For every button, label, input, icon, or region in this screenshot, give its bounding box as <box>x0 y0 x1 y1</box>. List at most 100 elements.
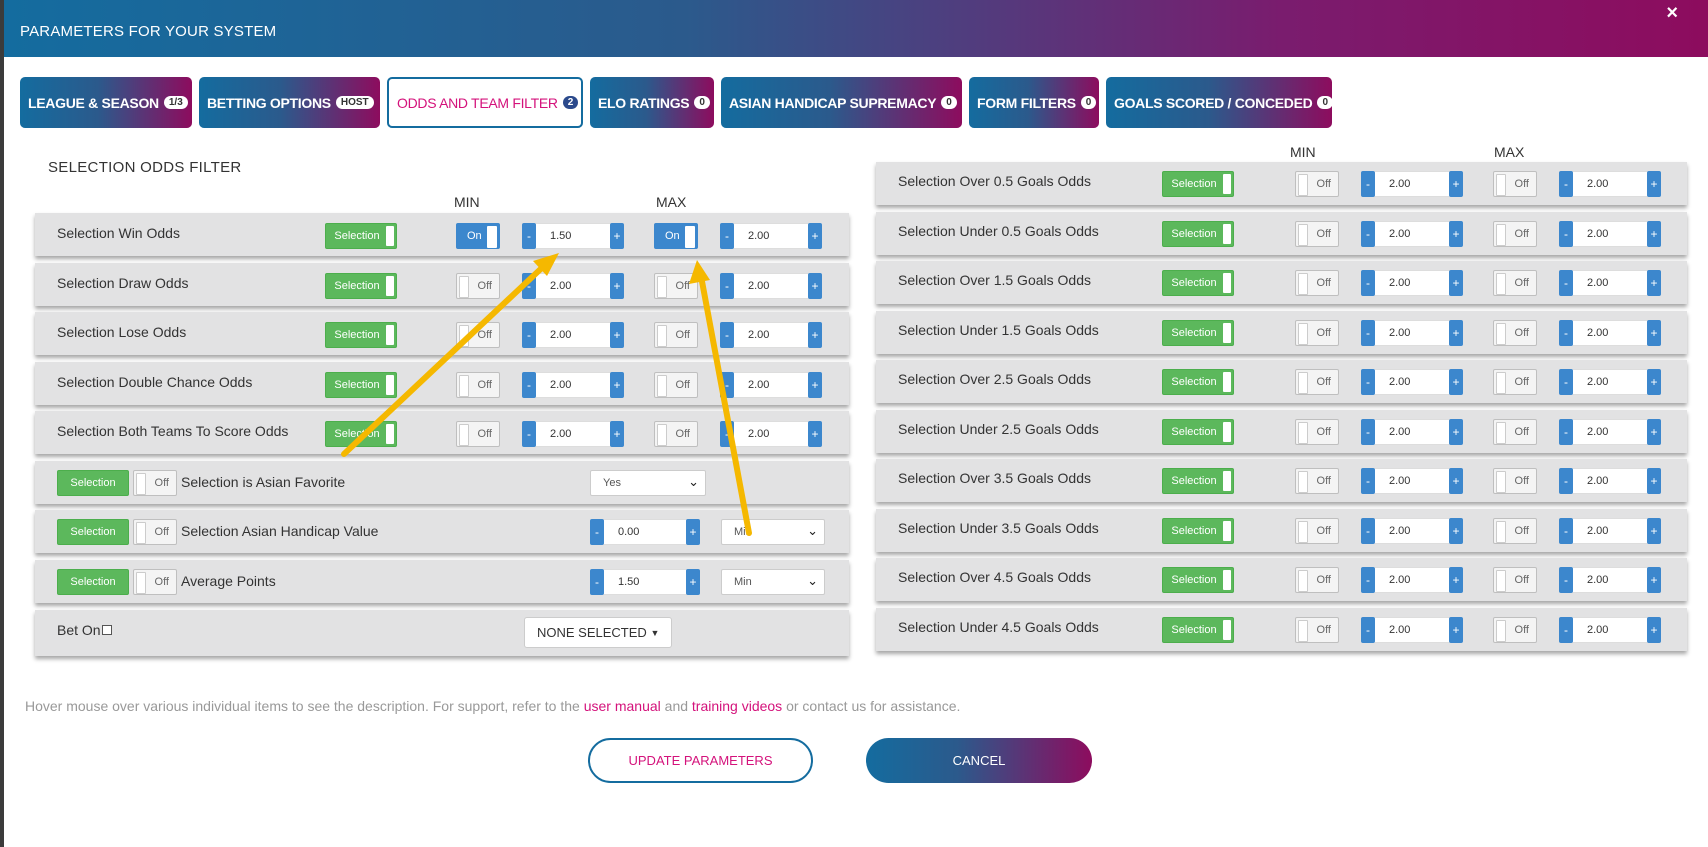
plus-button[interactable]: + <box>1449 221 1463 247</box>
plus-button[interactable]: + <box>686 519 700 545</box>
min-value-input[interactable] <box>1375 369 1449 395</box>
minus-button[interactable]: - <box>522 372 536 398</box>
min-toggle[interactable]: Off <box>456 322 500 348</box>
plus-button[interactable]: + <box>1449 369 1463 395</box>
min-toggle[interactable]: Off <box>1295 171 1339 197</box>
min-value-input[interactable] <box>536 421 610 447</box>
tab-elo-ratings[interactable]: ELO RATINGS 0 <box>590 77 714 128</box>
plus-button[interactable]: + <box>808 273 822 299</box>
minus-button[interactable]: - <box>1559 369 1573 395</box>
minus-button[interactable]: - <box>1361 419 1375 445</box>
selection-button[interactable]: Selection <box>325 372 397 398</box>
min-value-input[interactable] <box>1375 617 1449 643</box>
bet-on-checkbox[interactable] <box>101 625 112 635</box>
min-toggle[interactable]: Off <box>456 421 500 447</box>
plus-button[interactable]: + <box>1449 320 1463 346</box>
average-points-select[interactable]: Min ⌄ <box>721 569 825 595</box>
cancel-button[interactable]: CANCEL <box>866 738 1092 783</box>
minus-button[interactable]: - <box>522 273 536 299</box>
selection-button[interactable]: Selection <box>57 519 129 545</box>
max-toggle[interactable]: Off <box>1493 617 1537 643</box>
min-value-input[interactable] <box>1375 468 1449 494</box>
selection-toggle[interactable]: Off <box>133 519 177 545</box>
max-value-input[interactable] <box>1573 468 1647 494</box>
selection-button[interactable]: Selection <box>1162 320 1234 346</box>
selection-button[interactable]: Selection <box>1162 419 1234 445</box>
min-value-input[interactable] <box>1375 221 1449 247</box>
plus-button[interactable]: + <box>1647 221 1661 247</box>
min-value-input[interactable] <box>1375 171 1449 197</box>
plus-button[interactable]: + <box>1449 270 1463 296</box>
average-points-input[interactable] <box>604 569 686 595</box>
minus-button[interactable]: - <box>1361 617 1375 643</box>
close-icon[interactable]: × <box>1666 2 1678 25</box>
max-toggle[interactable]: Off <box>1493 320 1537 346</box>
minus-button[interactable]: - <box>1361 567 1375 593</box>
selection-button[interactable]: Selection <box>1162 518 1234 544</box>
minus-button[interactable]: - <box>1361 518 1375 544</box>
min-value-input[interactable] <box>536 322 610 348</box>
selection-button[interactable]: Selection <box>325 273 397 299</box>
plus-button[interactable]: + <box>1647 419 1661 445</box>
selection-button[interactable]: Selection <box>1162 171 1234 197</box>
min-value-input[interactable] <box>536 372 610 398</box>
min-value-input[interactable] <box>1375 518 1449 544</box>
min-toggle[interactable]: Off <box>1295 419 1339 445</box>
plus-button[interactable]: + <box>1449 171 1463 197</box>
max-toggle[interactable]: Off <box>654 421 698 447</box>
plus-button[interactable]: + <box>1647 171 1661 197</box>
min-toggle[interactable]: Off <box>456 372 500 398</box>
minus-button[interactable]: - <box>590 519 604 545</box>
min-toggle[interactable]: Off <box>1295 320 1339 346</box>
plus-button[interactable]: + <box>1647 567 1661 593</box>
minus-button[interactable]: - <box>720 223 734 249</box>
max-value-input[interactable] <box>734 421 808 447</box>
plus-button[interactable]: + <box>1647 617 1661 643</box>
handicap-select[interactable]: Min ⌄ <box>721 519 825 545</box>
max-toggle[interactable]: On <box>654 223 698 249</box>
plus-button[interactable]: + <box>1449 617 1463 643</box>
selection-button[interactable]: Selection <box>325 322 397 348</box>
tab-form-filters[interactable]: FORM FILTERS 0 <box>969 77 1099 128</box>
minus-button[interactable]: - <box>1559 171 1573 197</box>
asian-favorite-select[interactable]: Yes ⌄ <box>590 470 706 496</box>
plus-button[interactable]: + <box>1449 468 1463 494</box>
plus-button[interactable]: + <box>686 569 700 595</box>
minus-button[interactable]: - <box>1361 171 1375 197</box>
max-value-input[interactable] <box>1573 419 1647 445</box>
plus-button[interactable]: + <box>1449 419 1463 445</box>
selection-button[interactable]: Selection <box>1162 468 1234 494</box>
selection-button[interactable]: Selection <box>1162 617 1234 643</box>
max-toggle[interactable]: Off <box>1493 369 1537 395</box>
min-toggle[interactable]: Off <box>1295 369 1339 395</box>
minus-button[interactable]: - <box>1559 617 1573 643</box>
user-manual-link[interactable]: user manual <box>584 698 661 714</box>
tab-odds-team-filter[interactable]: ODDS AND TEAM FILTER 2 <box>387 77 583 128</box>
min-toggle[interactable]: Off <box>1295 468 1339 494</box>
minus-button[interactable]: - <box>522 223 536 249</box>
plus-button[interactable]: + <box>610 372 624 398</box>
max-value-input[interactable] <box>1573 617 1647 643</box>
min-value-input[interactable] <box>536 273 610 299</box>
plus-button[interactable]: + <box>610 223 624 249</box>
tab-goals-scored-conceded[interactable]: GOALS SCORED / CONCEDED 0 <box>1106 77 1334 128</box>
max-value-input[interactable] <box>1573 518 1647 544</box>
selection-button[interactable]: Selection <box>1162 567 1234 593</box>
training-videos-link[interactable]: training videos <box>692 698 782 714</box>
min-toggle[interactable]: Off <box>1295 567 1339 593</box>
min-value-input[interactable] <box>1375 567 1449 593</box>
minus-button[interactable]: - <box>720 372 734 398</box>
plus-button[interactable]: + <box>808 223 822 249</box>
selection-button[interactable]: Selection <box>1162 369 1234 395</box>
minus-button[interactable]: - <box>1559 518 1573 544</box>
max-value-input[interactable] <box>734 322 808 348</box>
max-value-input[interactable] <box>734 223 808 249</box>
max-toggle[interactable]: Off <box>1493 221 1537 247</box>
min-value-input[interactable] <box>1375 320 1449 346</box>
minus-button[interactable]: - <box>1559 221 1573 247</box>
update-parameters-button[interactable]: UPDATE PARAMETERS <box>588 738 813 783</box>
min-value-input[interactable] <box>1375 419 1449 445</box>
plus-button[interactable]: + <box>1647 270 1661 296</box>
max-value-input[interactable] <box>734 372 808 398</box>
max-value-input[interactable] <box>1573 221 1647 247</box>
